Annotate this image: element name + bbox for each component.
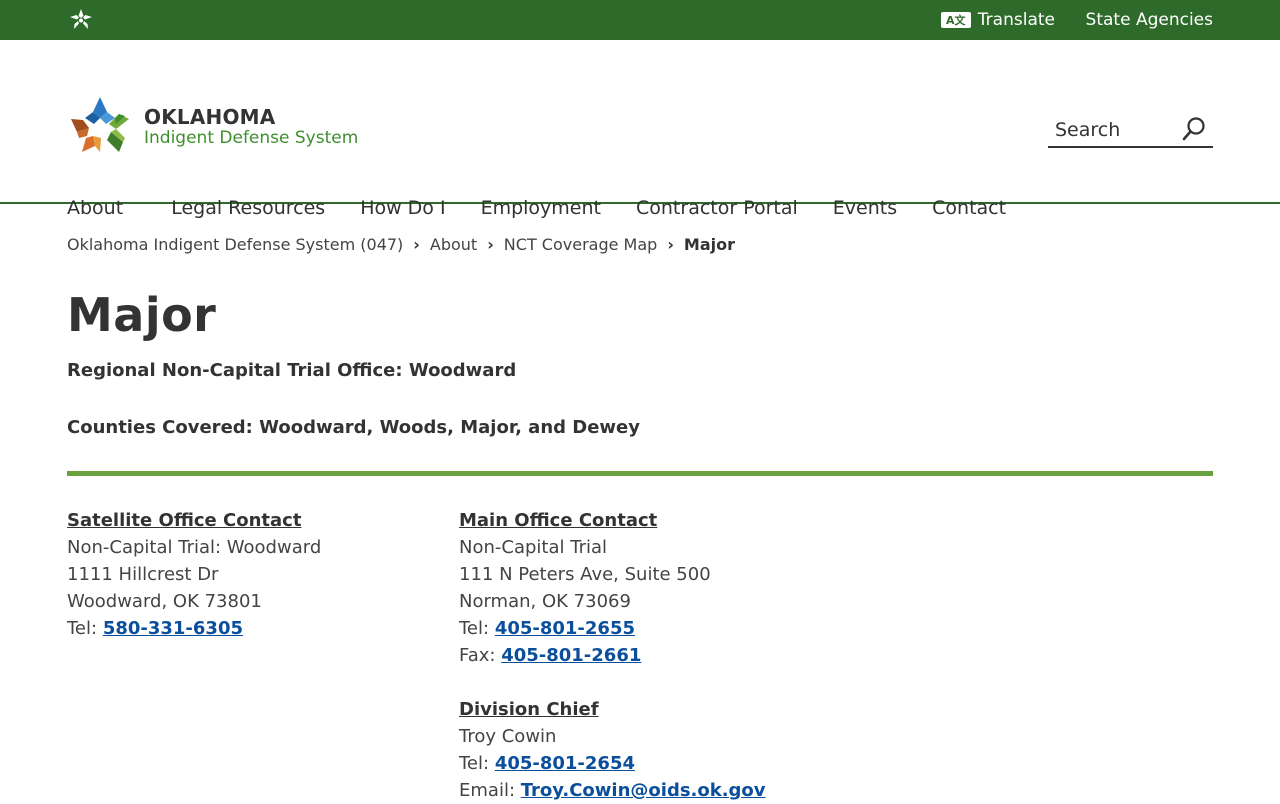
nav-item-how-do-i[interactable]: How Do I [360, 197, 445, 219]
translate-label: Translate [977, 10, 1055, 30]
translate-icon: A文 [940, 12, 971, 28]
main-office-line-3: Norman, OK 73069 [459, 591, 631, 612]
satellite-line-1: Non-Capital Trial: Woodward [67, 537, 322, 558]
chevron-right-icon: › [413, 235, 420, 254]
breadcrumb: Oklahoma Indigent Defense System (047) ›… [67, 235, 735, 254]
main-office-fax-row: Fax: 405-801-2661 [459, 642, 766, 669]
division-chief-tel-row: Tel: 405-801-2654 [459, 750, 766, 777]
main-office-tel-link[interactable]: 405-801-2655 [495, 618, 635, 639]
main-office-fax-link[interactable]: 405-801-2661 [501, 645, 641, 666]
breadcrumb-about-link[interactable]: About [430, 235, 477, 254]
main-nav: About Legal Resources How Do I Employmen… [67, 197, 1041, 219]
oids-star-logo-icon [71, 97, 129, 152]
division-chief-email-link[interactable]: Troy.Cowin@oids.ok.gov [521, 780, 766, 801]
division-chief-tel-link[interactable]: 405-801-2654 [495, 753, 635, 774]
breadcrumb-nct-map-link[interactable]: NCT Coverage Map [504, 235, 658, 254]
tel-label: Tel: [459, 753, 490, 774]
section-divider [67, 471, 1213, 476]
email-label: Email: [459, 780, 516, 801]
chevron-right-icon: › [667, 235, 674, 254]
satellite-tel-link[interactable]: 580-331-6305 [103, 618, 243, 639]
translate-button[interactable]: A文 Translate [940, 0, 1055, 40]
logo-line-1: OKLAHOMA [144, 105, 276, 129]
breadcrumb-home-link[interactable]: Oklahoma Indigent Defense System (047) [67, 235, 403, 254]
satellite-office-contact: Satellite Office Contact Non-Capital Tri… [67, 507, 321, 642]
satellite-line-3: Woodward, OK 73801 [67, 591, 262, 612]
logo-line-2: Indigent Defense System [144, 128, 359, 148]
breadcrumb-current: Major [683, 235, 735, 254]
nav-item-contact[interactable]: Contact [932, 197, 1006, 219]
main-office-tel-row: Tel: 405-801-2655 [459, 615, 766, 642]
satellite-line-2: 1111 Hillcrest Dr [67, 564, 219, 585]
oklahoma-star-icon[interactable] [69, 8, 93, 32]
satellite-heading: Satellite Office Contact [67, 510, 302, 531]
page-title: Major [67, 288, 217, 342]
main-office-line-2: 111 N Peters Ave, Suite 500 [459, 564, 711, 585]
top-bar: A文 Translate State Agencies [0, 0, 1280, 40]
search-icon[interactable] [1181, 116, 1207, 142]
state-agencies-link[interactable]: State Agencies [1086, 0, 1213, 40]
division-chief-heading: Division Chief [459, 699, 599, 720]
search-box [1048, 114, 1213, 148]
fax-label: Fax: [459, 645, 496, 666]
nav-item-employment[interactable]: Employment [481, 197, 601, 219]
tel-label: Tel: [67, 618, 98, 639]
counties-covered-text: Counties Covered: Woodward, Woods, Major… [67, 417, 641, 438]
main-office-heading: Main Office Contact [459, 510, 658, 531]
search-input[interactable] [1048, 118, 1175, 142]
satellite-tel-row: Tel: 580-331-6305 [67, 615, 321, 642]
division-chief-name: Troy Cowin [459, 726, 557, 747]
nav-item-contractor-portal[interactable]: Contractor Portal [636, 197, 798, 219]
nav-item-legal-resources[interactable]: Legal Resources [171, 197, 325, 219]
chevron-right-icon: › [487, 235, 494, 254]
main-office-line-1: Non-Capital Trial [459, 537, 607, 558]
nav-item-about[interactable]: About [67, 197, 123, 219]
nav-item-events[interactable]: Events [833, 197, 897, 219]
site-logo[interactable]: OKLAHOMA Indigent Defense System [67, 94, 358, 160]
main-office-contact: Main Office Contact Non-Capital Trial 11… [459, 507, 766, 804]
regional-office-text: Regional Non-Capital Trial Office: Woodw… [67, 360, 517, 381]
site-header: OKLAHOMA Indigent Defense System About L… [0, 40, 1280, 219]
tel-label: Tel: [459, 618, 490, 639]
